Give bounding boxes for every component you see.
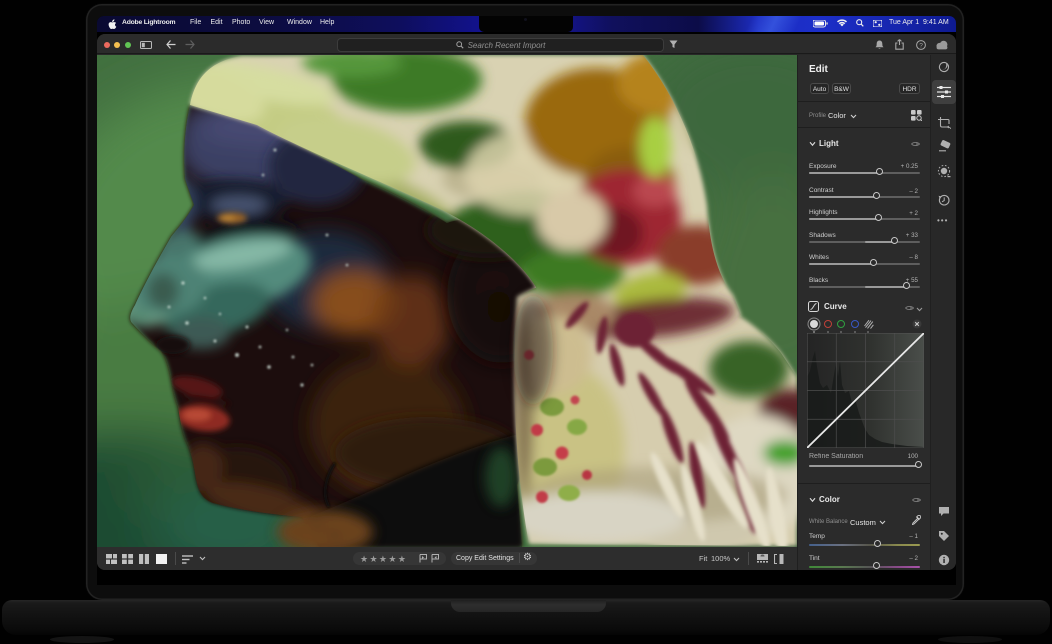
svg-text:?: ? [919, 42, 923, 49]
